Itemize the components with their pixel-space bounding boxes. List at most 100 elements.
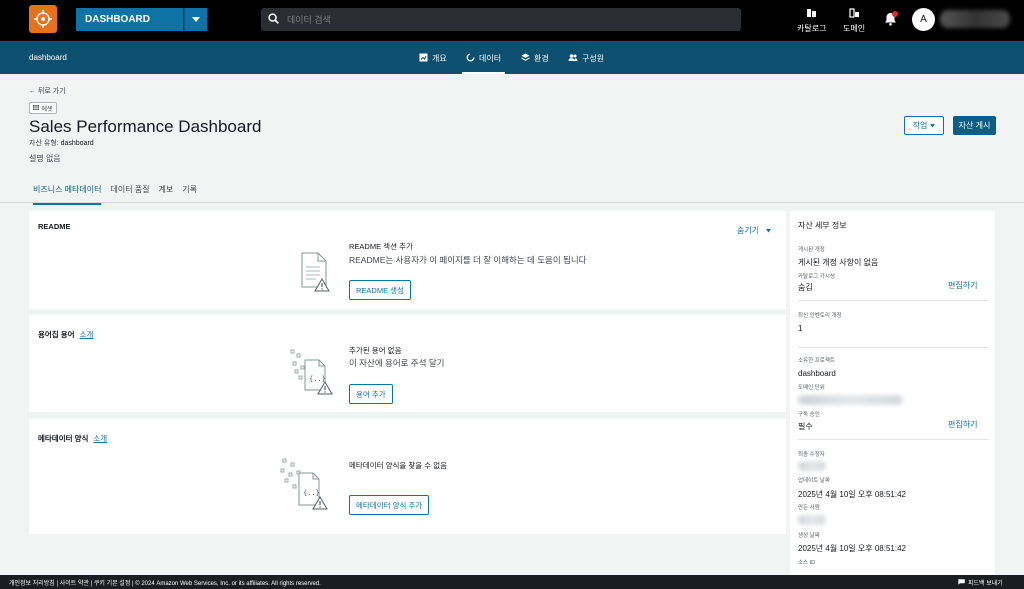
metadata-forms-title-line: 메타데이터 양식 소개: [38, 433, 107, 444]
app-logo-icon[interactable]: [29, 5, 57, 33]
glossary-empty-icon: {..}: [289, 348, 337, 405]
tabs-divider: [0, 202, 1024, 203]
tab-overview-label: 개요: [432, 54, 447, 63]
tab-environment-label: 환경: [534, 54, 549, 63]
metadata-forms-card: 메타데이터 양식 소개 {..} 메타데이터 양식을 찾을 수 없음 메타데이터 …: [29, 419, 786, 534]
publish-asset-button[interactable]: 자산 게시: [953, 116, 996, 135]
actions-button-label: 작업: [912, 121, 928, 130]
redacted-username: [940, 10, 1010, 28]
tab-environment[interactable]: 환경: [521, 49, 549, 74]
asset-chip-label: 에셋: [41, 106, 53, 113]
asset-description: 설명 없음: [29, 154, 61, 163]
redacted-creator: [798, 515, 826, 525]
published-revision-value: 게시된 개정 사항이 없음: [798, 258, 879, 267]
published-revision-label: 게시된 개정: [798, 247, 825, 253]
search-icon: [268, 11, 279, 29]
metadata-forms-title: 메타데이터 양식: [38, 434, 89, 443]
domain-link[interactable]: 도메인: [843, 8, 865, 34]
footer-bar: 개인정보 처리방침 | 사이트 약관 | 쿠키 기본 설정 | © 2024 A…: [0, 575, 1024, 589]
metadata-forms-intro-link[interactable]: 소개: [93, 434, 107, 443]
svg-text:{..}: {..}: [309, 375, 326, 383]
hide-readme-link[interactable]: 숨기기: [737, 225, 772, 236]
top-bar: DASHBOARD 카탈로그 도메인 A: [0, 0, 1024, 41]
latest-inventory-value: 1: [798, 324, 803, 333]
hide-label: 숨기기: [737, 226, 760, 235]
footer-links[interactable]: 개인정보 처리방침 | 사이트 약관 | 쿠키 기본 설정 | © 2024 A…: [9, 578, 321, 587]
feedback-button[interactable]: 피드백 보내기: [958, 578, 1003, 587]
metadata-forms-heading: 메타데이터 양식을 찾을 수 없음: [349, 461, 448, 470]
catalog-visibility-value: 숨김: [798, 283, 813, 292]
actions-dropdown-button[interactable]: 작업: [904, 116, 944, 135]
creator-label: 만든 사람: [798, 505, 820, 511]
readme-heading: README 섹션 추가: [349, 242, 413, 251]
domain-label: 도메인: [843, 24, 866, 33]
caret-down-icon: [930, 121, 936, 130]
catalog-visibility-label: 카탈로그 가시성: [798, 274, 835, 280]
tab-data[interactable]: 데이터: [462, 49, 506, 74]
tab-overview[interactable]: 개요: [419, 49, 447, 74]
glossary-description: 이 자산에 용어로 주석 달기: [349, 358, 445, 368]
asset-type-value: dashboard: [60, 140, 94, 147]
source-id-label: 소스 ID: [798, 560, 816, 566]
asset-type-label: 자산 유형:: [29, 140, 59, 147]
add-metadata-form-button[interactable]: 메타데이터 양식 추가: [349, 495, 430, 515]
edit-visibility-link[interactable]: 편집하기: [948, 280, 977, 291]
asset-type-chip: 에셋: [29, 102, 57, 114]
chevron-down-icon[interactable]: [184, 8, 207, 31]
create-readme-button[interactable]: README 생성: [349, 280, 411, 300]
document-warning-icon: [298, 251, 334, 298]
glossary-heading: 추가된 용어 없음: [349, 346, 402, 355]
catalog-label: 카탈로그: [797, 24, 827, 33]
notification-dot: [892, 11, 898, 17]
project-name[interactable]: dashboard: [29, 53, 67, 62]
tab-members[interactable]: 구성원: [568, 49, 604, 74]
panel-divider: [798, 347, 989, 348]
created-date-value: 2025년 4월 10일 오후 08:51:42: [798, 544, 906, 553]
redacted-domain-unit: [798, 395, 903, 405]
asset-details-title: 자산 세부 정보: [798, 221, 847, 230]
glossary-terms-card: 용어집 용어 소개 {..} 추가된 용어 없음 이 자산에 용어로 주석 달기 …: [29, 315, 786, 412]
panel-divider: [798, 439, 989, 440]
project-nav-bar: dashboard 개요 데이터 환경 구성원: [0, 41, 1024, 74]
catalog-link[interactable]: 카탈로그: [797, 8, 826, 34]
domain-unit-label: 도메인 단위: [798, 385, 825, 391]
domain-selector-label: DASHBOARD: [76, 8, 183, 31]
edit-subscription-link[interactable]: 편집하기: [948, 419, 977, 430]
arrow-left-icon: ←: [29, 88, 36, 95]
catalog-icon: [806, 8, 817, 23]
page-title: Sales Performance Dashboard: [29, 117, 262, 136]
glossary-title-line: 용어집 용어 소개: [38, 329, 93, 340]
search-input[interactable]: [287, 14, 707, 25]
layers-icon: [521, 53, 530, 64]
created-date-label: 생성 날짜: [798, 533, 820, 539]
back-link-label: 뒤로 가기: [37, 88, 66, 95]
notifications-bell-icon[interactable]: [884, 11, 898, 31]
glossary-intro-link[interactable]: 소개: [80, 330, 94, 339]
add-term-button[interactable]: 용어 추가: [349, 384, 393, 404]
table-icon: [33, 104, 40, 112]
owning-project-value[interactable]: dashboard: [798, 369, 836, 378]
caret-down-icon: [766, 226, 772, 235]
svg-text:{..}: {..}: [303, 489, 320, 497]
tab-members-label: 구성원: [582, 54, 605, 63]
panel-divider: [798, 300, 989, 301]
asset-type-line: 자산 유형: dashboard: [29, 138, 94, 148]
last-modifier-label: 최종 수정자: [798, 452, 825, 458]
domain-icon: [848, 8, 860, 23]
data-icon: [466, 53, 475, 64]
domain-selector[interactable]: DASHBOARD: [76, 8, 207, 31]
search-bar[interactable]: [261, 8, 741, 31]
feedback-label: 피드백 보내기: [968, 581, 1003, 587]
updated-date-label: 업데이트 날짜: [798, 478, 830, 484]
chat-bubble-icon: [958, 578, 965, 587]
redacted-last-modifier: [798, 461, 826, 471]
glossary-title: 용어집 용어: [38, 330, 75, 339]
users-icon: [568, 53, 578, 64]
metadata-forms-empty-icon: {..}: [279, 457, 333, 520]
user-avatar[interactable]: A: [912, 8, 935, 31]
back-link[interactable]: ← 뒤로 가기: [29, 86, 66, 96]
overview-icon: [419, 53, 428, 64]
readme-title: README: [38, 222, 71, 231]
updated-date-value: 2025년 4월 10일 오후 08:51:42: [798, 490, 906, 499]
tab-data-label: 데이터: [479, 54, 502, 63]
